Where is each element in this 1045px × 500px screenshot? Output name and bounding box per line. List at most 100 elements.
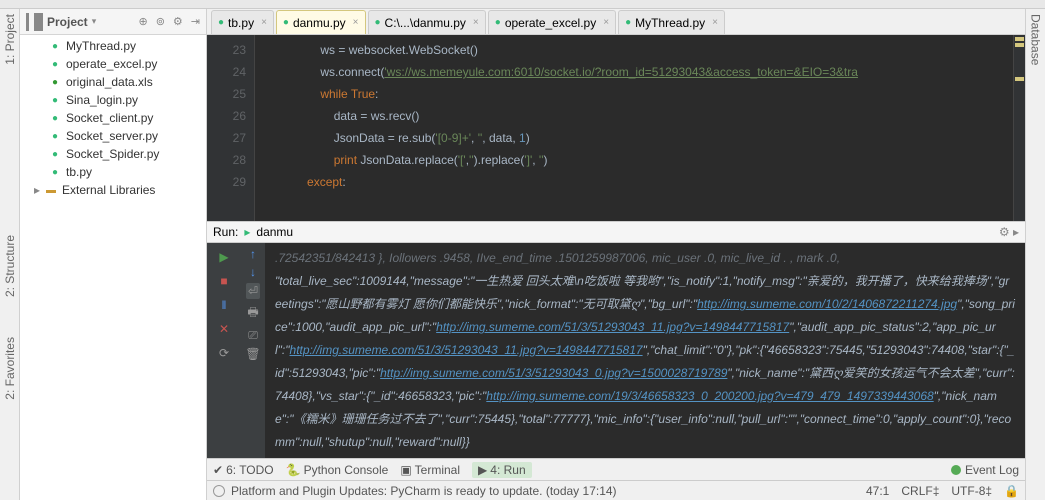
code-line[interactable]: ws = websocket.WebSocket() bbox=[267, 39, 1013, 61]
warning-marker[interactable] bbox=[1015, 77, 1024, 81]
target-icon[interactable]: ⊚ bbox=[156, 15, 165, 28]
warning-marker[interactable] bbox=[1015, 37, 1024, 41]
event-dot-icon bbox=[951, 465, 961, 475]
file-name: Socket_client.py bbox=[66, 111, 153, 125]
code-line[interactable]: JsonData = re.sub('[0-9]+', '', data, 1) bbox=[267, 127, 1013, 149]
python-console-tab[interactable]: 🐍 Python Console bbox=[286, 463, 389, 477]
collapse-icon[interactable]: ⊕ bbox=[138, 15, 147, 28]
restore-icon[interactable]: ⟳ bbox=[213, 343, 235, 363]
tab-label: operate_excel.py bbox=[505, 16, 596, 30]
line-number[interactable]: 25 bbox=[207, 83, 246, 105]
sidebar-tab-project[interactable]: 1: Project bbox=[3, 14, 17, 65]
tree-file[interactable]: ●original_data.xls bbox=[20, 73, 206, 91]
encoding[interactable]: UTF-8‡ bbox=[951, 484, 992, 498]
run-label: Run: bbox=[213, 225, 238, 239]
file-icon: ● bbox=[48, 75, 62, 89]
line-number[interactable]: 26 bbox=[207, 105, 246, 127]
close-tab-icon[interactable]: × bbox=[712, 17, 718, 28]
status-message: Platform and Plugin Updates: PyCharm is … bbox=[231, 484, 617, 498]
file-name: Socket_Spider.py bbox=[66, 147, 159, 161]
file-icon: ● bbox=[48, 111, 62, 125]
tab-label: C:\...\danmu.py bbox=[385, 16, 466, 30]
tab-label: tb.py bbox=[228, 16, 254, 30]
project-dropdown[interactable]: ▾ bbox=[92, 16, 97, 27]
sidebar-tab-favorites[interactable]: 2: Favorites bbox=[3, 337, 17, 400]
line-number[interactable]: 24 bbox=[207, 61, 246, 83]
rerun-icon[interactable]: ▶ bbox=[213, 247, 235, 267]
ext-lib-label: External Libraries bbox=[62, 183, 155, 197]
file-icon: ● bbox=[48, 39, 62, 53]
todo-tab[interactable]: ✔ 6: TODO bbox=[213, 463, 274, 477]
file-icon: ● bbox=[48, 57, 62, 71]
tree-file[interactable]: ●Socket_server.py bbox=[20, 127, 206, 145]
code-line[interactable]: ws.connect('ws://ws.memeyule.com:6010/so… bbox=[267, 61, 1013, 83]
editor-tab[interactable]: ●MyThread.py× bbox=[618, 10, 725, 34]
run-gear-icon[interactable]: ⚙ ▸ bbox=[999, 225, 1019, 239]
file-name: tb.py bbox=[66, 165, 92, 179]
external-libraries[interactable]: ▸ ▬External Libraries bbox=[20, 181, 206, 199]
status-bubble-icon[interactable] bbox=[213, 485, 225, 497]
close-icon[interactable]: ✕ bbox=[213, 319, 235, 339]
code-line[interactable]: while True: bbox=[267, 83, 1013, 105]
close-tab-icon[interactable]: × bbox=[473, 17, 479, 28]
pause-icon[interactable]: ‖ bbox=[213, 295, 235, 315]
sidebar-tab-structure[interactable]: 2: Structure bbox=[3, 235, 17, 297]
python-file-icon: ● bbox=[495, 17, 501, 28]
code-line[interactable]: except: bbox=[267, 171, 1013, 193]
trash-icon[interactable]: 🗑 bbox=[245, 347, 260, 361]
line-number[interactable]: 29 bbox=[207, 171, 246, 193]
line-number[interactable]: 28 bbox=[207, 149, 246, 171]
run-tab[interactable]: ▶ 4: Run bbox=[472, 462, 532, 478]
file-name: Socket_server.py bbox=[66, 129, 158, 143]
file-icon: ● bbox=[48, 93, 62, 107]
up-icon[interactable]: ↑ bbox=[250, 247, 256, 261]
editor-tab[interactable]: ● operate_excel.py × bbox=[488, 10, 616, 34]
code-line[interactable]: print JsonData.replace('[','').replace('… bbox=[267, 149, 1013, 171]
console-url[interactable]: http://img.sumeme.com/10/2/1406872211274… bbox=[697, 297, 957, 311]
editor-tab[interactable]: ●tb.py× bbox=[211, 10, 274, 34]
file-icon: ● bbox=[48, 147, 62, 161]
editor-tab[interactable]: ● C:\...\danmu.py × bbox=[368, 10, 486, 34]
down-icon[interactable]: ↓ bbox=[250, 265, 256, 279]
console-url[interactable]: http://img.sumeme.com/51/3/51293043_11.j… bbox=[290, 343, 643, 357]
editor-tab[interactable]: ●danmu.py× bbox=[276, 10, 366, 34]
line-number[interactable]: 27 bbox=[207, 127, 246, 149]
file-icon: ● bbox=[48, 165, 62, 179]
line-sep[interactable]: CRLF‡ bbox=[901, 484, 939, 498]
console-url[interactable]: http://img.sumeme.com/51/3/51293043_11.j… bbox=[436, 320, 789, 334]
file-name: operate_excel.py bbox=[66, 57, 157, 71]
stop-icon[interactable]: ■ bbox=[213, 271, 235, 291]
run-config-name[interactable]: danmu bbox=[256, 225, 293, 239]
console-url[interactable]: http://img.sumeme.com/19/3/46658323_0_20… bbox=[486, 389, 933, 403]
tree-file[interactable]: ● tb.py bbox=[20, 163, 206, 181]
console-url[interactable]: http://img.sumeme.com/51/3/51293043_0.jp… bbox=[380, 366, 727, 380]
close-tab-icon[interactable]: × bbox=[603, 17, 609, 28]
hide-icon[interactable]: ⇥ bbox=[191, 15, 200, 28]
close-tab-icon[interactable]: × bbox=[261, 17, 267, 28]
tree-file[interactable]: ●Sina_login.py bbox=[20, 91, 206, 109]
tab-label: MyThread.py bbox=[635, 16, 705, 30]
line-number[interactable]: 23 bbox=[207, 39, 246, 61]
terminal-tab[interactable]: ▣ Terminal bbox=[400, 463, 460, 477]
close-tab-icon[interactable]: × bbox=[353, 17, 359, 28]
tree-file[interactable]: ● operate_excel.py bbox=[20, 55, 206, 73]
console-output[interactable]: "total_live_sec":1009144,"message":"一生热爱… bbox=[275, 270, 1015, 454]
tree-file[interactable]: ● Socket_Spider.py bbox=[20, 145, 206, 163]
lock-icon[interactable]: 🔒 bbox=[1004, 484, 1019, 498]
run-config-icon: ▸ bbox=[244, 225, 250, 239]
project-label: Project bbox=[47, 15, 88, 29]
tree-file[interactable]: ●MyThread.py bbox=[20, 37, 206, 55]
wrap-icon[interactable]: ⏎ bbox=[246, 283, 260, 299]
sidebar-tab-database[interactable]: Database bbox=[1029, 14, 1043, 65]
gear-icon[interactable]: ⚙ bbox=[173, 15, 183, 28]
tree-file[interactable]: ● Socket_client.py bbox=[20, 109, 206, 127]
event-log-tab[interactable]: Event Log bbox=[965, 463, 1019, 477]
lib-icon: ▬ bbox=[44, 183, 58, 197]
python-file-icon: ● bbox=[375, 17, 381, 28]
warning-marker[interactable] bbox=[1015, 43, 1024, 47]
code-line[interactable]: data = ws.recv() bbox=[267, 105, 1013, 127]
clear-icon[interactable]: ⎚ bbox=[248, 328, 258, 343]
cursor-pos: 47:1 bbox=[866, 484, 889, 498]
print-icon[interactable]: 🖶 bbox=[247, 303, 258, 324]
console-line[interactable]: .72542351/842413 }, Iollowers .9458, IIv… bbox=[275, 247, 1015, 270]
